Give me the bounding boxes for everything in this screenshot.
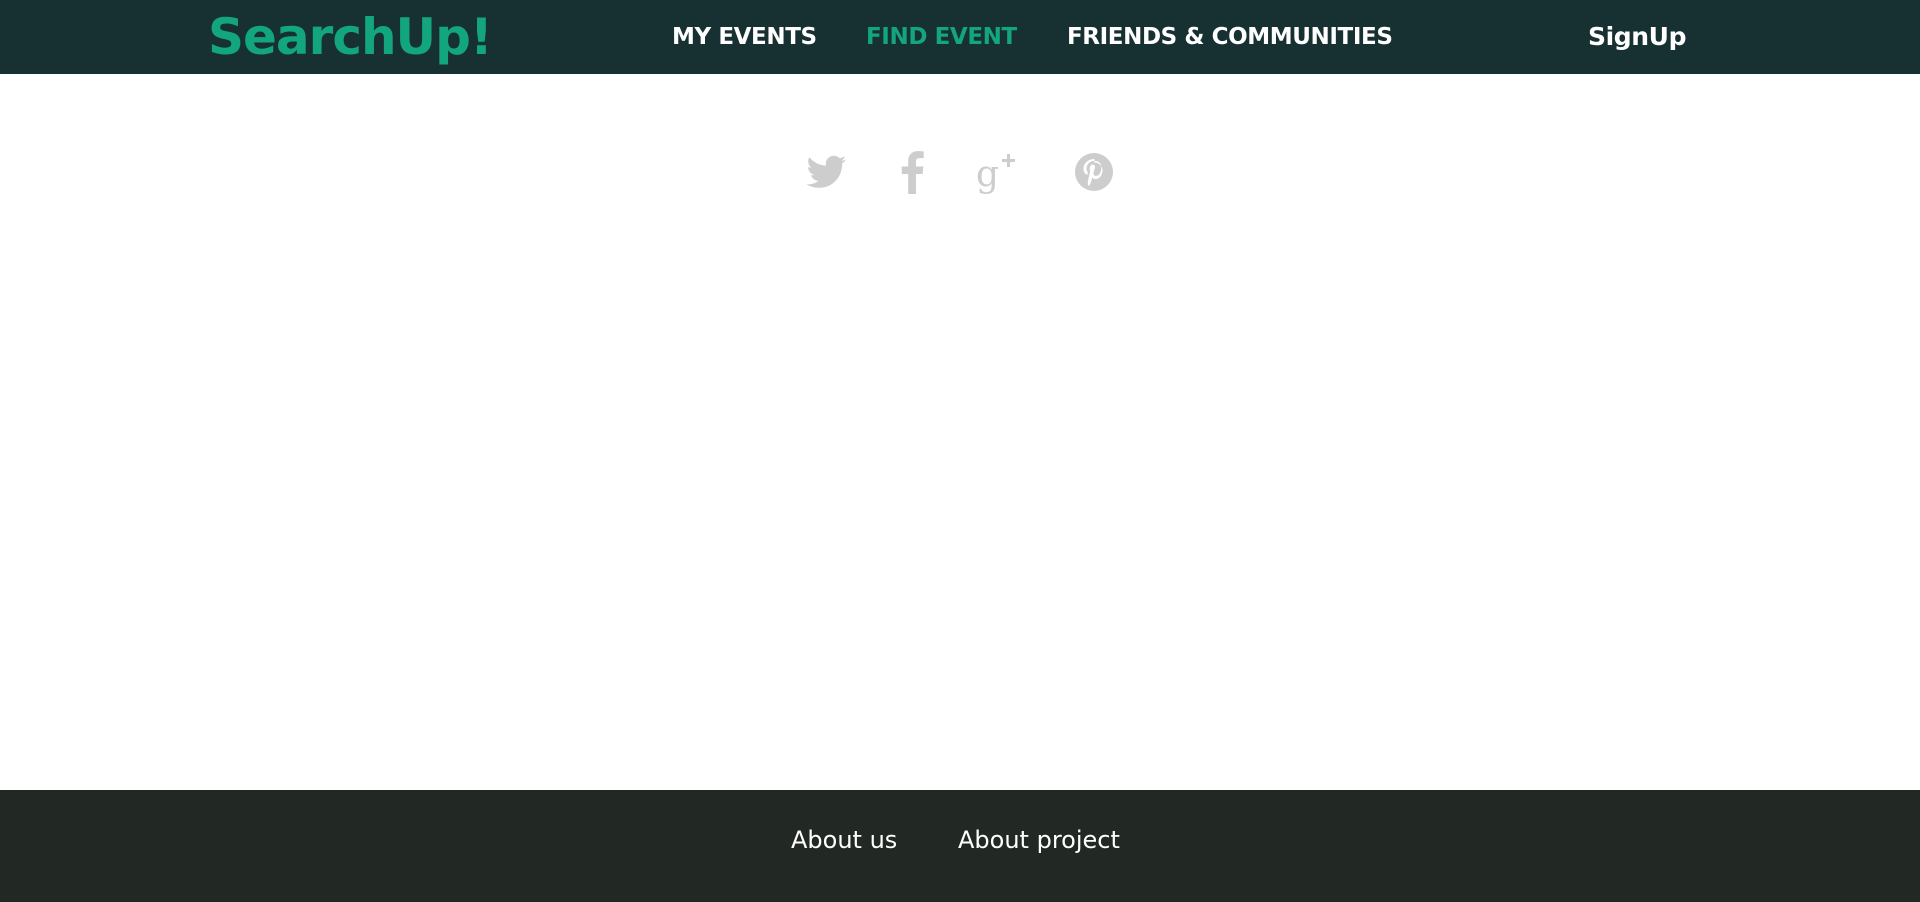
signup-link[interactable]: SignUp <box>1588 21 1686 53</box>
top-navbar: SearchUp! MY EVENTS FIND EVENT FRIENDS &… <box>0 0 1920 74</box>
nav-my-events[interactable]: MY EVENTS <box>672 22 817 52</box>
nav-find-event[interactable]: FIND EVENT <box>866 22 1017 52</box>
footer-about-project-link[interactable]: About project <box>958 824 1120 856</box>
footer: About us About project <box>0 790 1920 902</box>
logo[interactable]: SearchUp! <box>208 9 493 65</box>
nav-friends-communities[interactable]: FRIENDS & COMMUNITIES <box>1067 22 1393 52</box>
page: SearchUp! MY EVENTS FIND EVENT FRIENDS &… <box>0 0 1920 902</box>
facebook-icon[interactable] <box>889 148 937 196</box>
svg-text:g: g <box>976 154 999 195</box>
footer-about-us-link[interactable]: About us <box>791 824 897 856</box>
twitter-icon[interactable] <box>802 148 850 196</box>
google-plus-icon[interactable]: g <box>974 148 1022 196</box>
pinterest-icon[interactable] <box>1070 148 1118 196</box>
